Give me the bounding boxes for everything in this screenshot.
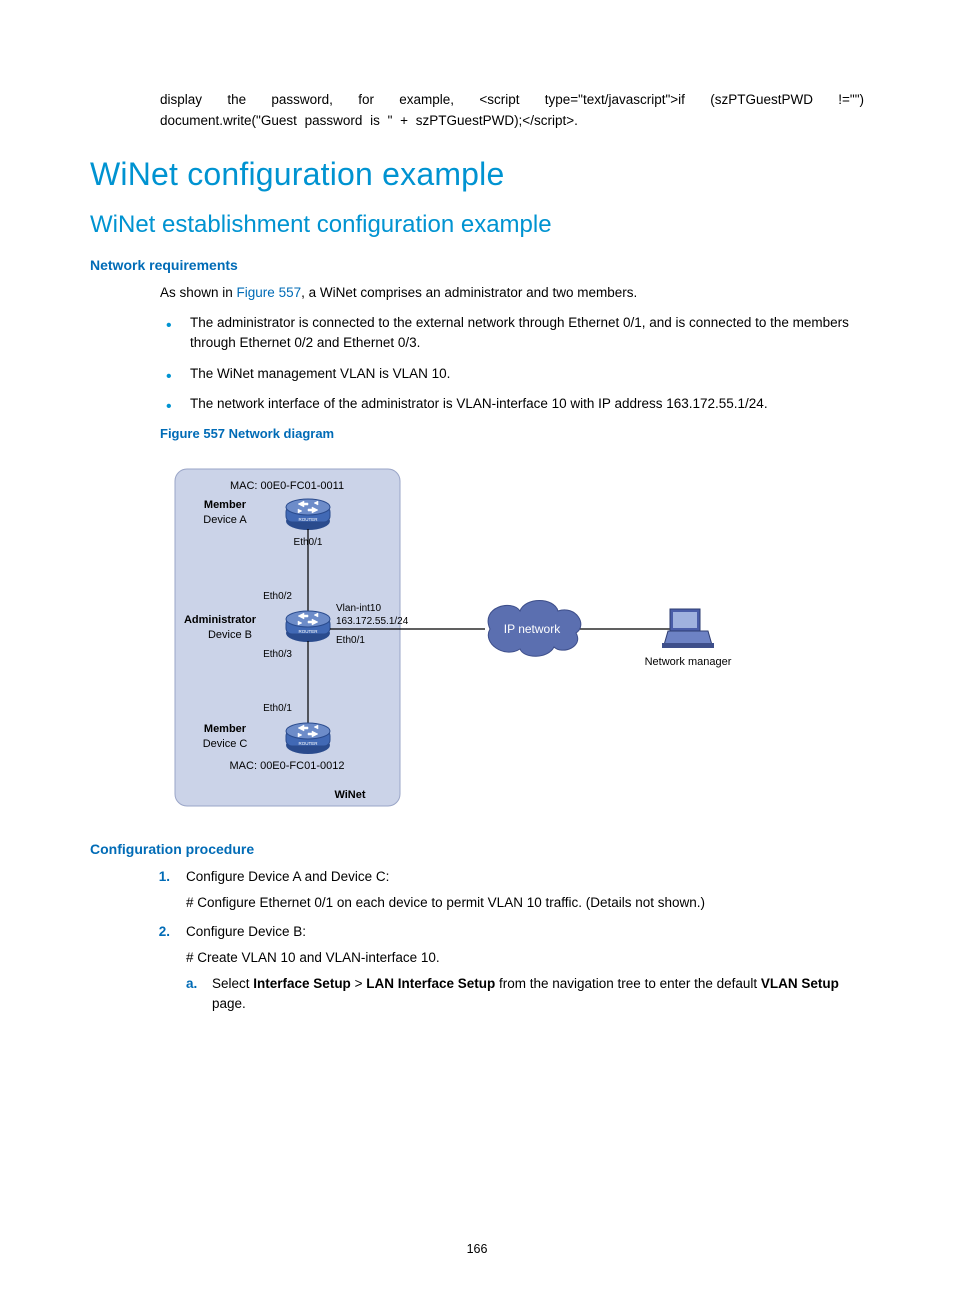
- svg-text:ROUTER: ROUTER: [299, 629, 319, 634]
- vlan-int-label: Vlan-int10: [336, 603, 381, 614]
- router-b-icon: ROUTER: [286, 611, 330, 642]
- network-requirements-heading: Network requirements: [90, 257, 864, 273]
- sub-heading: WiNet establishment configuration exampl…: [90, 211, 864, 239]
- member-c-name: Device C: [203, 738, 248, 750]
- substep: a. Select Interface Setup > LAN Interfac…: [186, 974, 864, 1015]
- list-item: The WiNet management VLAN is VLAN 10.: [160, 364, 864, 384]
- step-title: Configure Device B:: [186, 924, 306, 939]
- admin-role: Administrator: [184, 614, 257, 626]
- cloud-label: IP network: [504, 622, 561, 636]
- intro-paragraph: display the password, for example, <scri…: [160, 90, 864, 132]
- step-number: 2.: [144, 922, 170, 942]
- page-number: 166: [0, 1242, 954, 1256]
- requirements-list: The administrator is connected to the ex…: [160, 313, 864, 414]
- manager-label: Network manager: [645, 656, 732, 668]
- member-c-role: Member: [204, 723, 247, 735]
- cloud-icon: IP network: [488, 601, 581, 657]
- vlan-ip-label: 163.172.55.1/24: [336, 616, 409, 627]
- svg-text:ROUTER: ROUTER: [299, 517, 319, 522]
- step-detail: # Configure Ethernet 0/1 on each device …: [186, 893, 864, 913]
- substep-list: a. Select Interface Setup > LAN Interfac…: [186, 974, 864, 1015]
- router-a-icon: ROUTER: [286, 499, 330, 530]
- procedure-list: 1. Configure Device A and Device C: # Co…: [140, 867, 864, 1015]
- figure-link[interactable]: Figure 557: [237, 285, 302, 300]
- intro-line: As shown in Figure 557, a WiNet comprise…: [160, 283, 864, 303]
- admin-name: Device B: [208, 629, 252, 641]
- mac-bottom-label: MAC: 00E0-FC01-0012: [230, 760, 345, 772]
- router-c-icon: ROUTER: [286, 723, 330, 754]
- substep-text: Select Interface Setup > LAN Interface S…: [212, 976, 839, 1011]
- member-a-role: Member: [204, 499, 247, 511]
- procedure-step: 2. Configure Device B: # Create VLAN 10 …: [140, 922, 864, 1015]
- mac-top-label: MAC: 00E0-FC01-0011: [230, 480, 344, 492]
- configuration-procedure-heading: Configuration procedure: [90, 841, 864, 857]
- step-detail: # Create VLAN 10 and VLAN-interface 10.: [186, 948, 864, 968]
- step-number: 1.: [144, 867, 170, 887]
- intro-prefix: As shown in: [160, 285, 237, 300]
- figure-caption: Figure 557 Network diagram: [160, 426, 864, 441]
- svg-text:ROUTER: ROUTER: [299, 741, 319, 746]
- substep-letter: a.: [186, 974, 197, 994]
- step-title: Configure Device A and Device C:: [186, 869, 389, 884]
- eth01-c-label: Eth0/1: [263, 703, 292, 714]
- winet-label: WiNet: [334, 789, 365, 801]
- eth03-label: Eth0/3: [263, 649, 292, 660]
- network-diagram: MAC: 00E0-FC01-0011 ROUTER Member Device…: [160, 451, 864, 821]
- member-a-name: Device A: [203, 514, 247, 526]
- eth02-label: Eth0/2: [263, 591, 292, 602]
- intro-suffix: , a WiNet comprises an administrator and…: [301, 285, 637, 300]
- eth01-b-label: Eth0/1: [336, 635, 365, 646]
- procedure-step: 1. Configure Device A and Device C: # Co…: [140, 867, 864, 914]
- list-item: The network interface of the administrat…: [160, 394, 864, 414]
- list-item: The administrator is connected to the ex…: [160, 313, 864, 354]
- main-heading: WiNet configuration example: [90, 156, 864, 193]
- computer-icon: [662, 609, 714, 648]
